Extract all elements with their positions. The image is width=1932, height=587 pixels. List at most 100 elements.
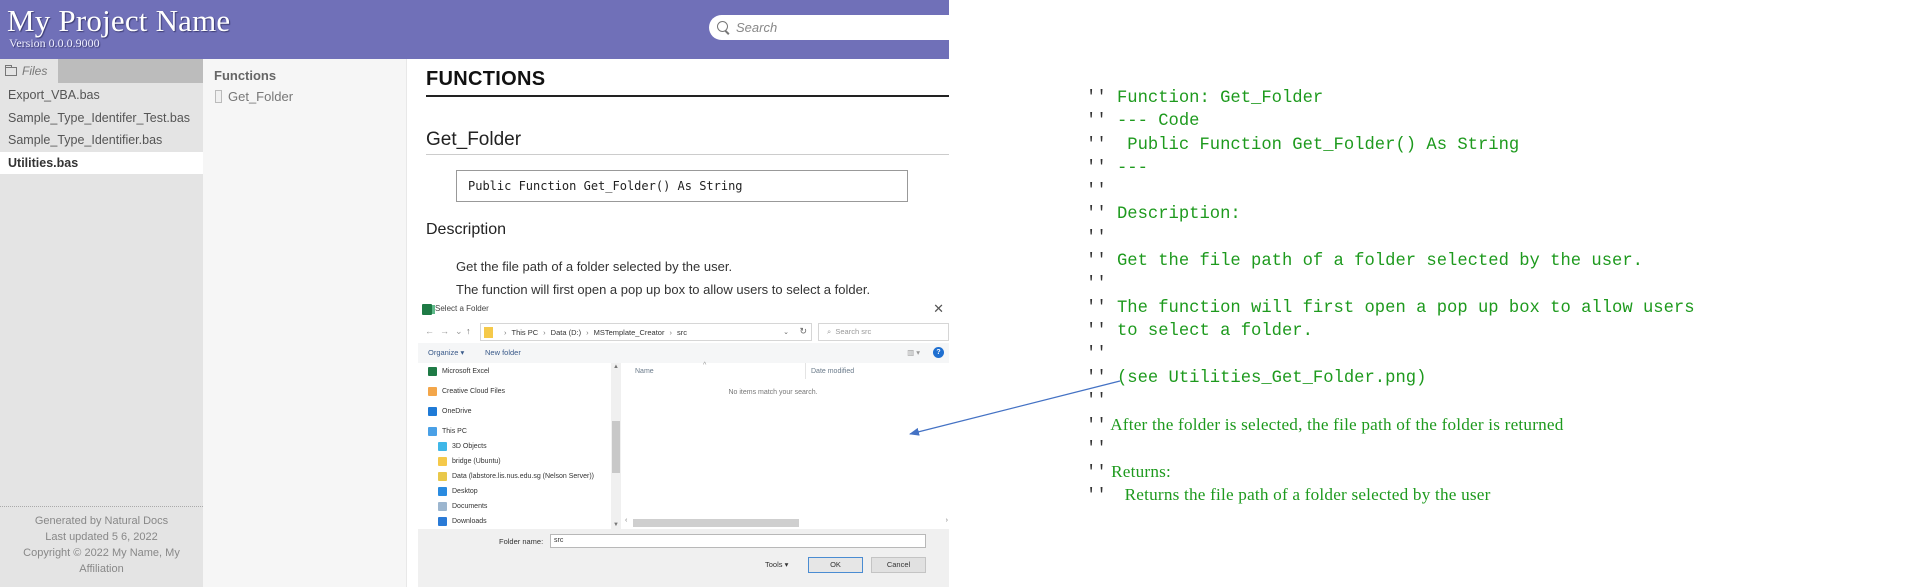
comment-prefix: '' [1086,205,1107,225]
documentation-page: My Project Name Version 0.0.0.9000 Files… [0,0,949,587]
file-item-sample-type-identifer-test[interactable]: Sample_Type_Identifer_Test.bas [0,107,203,130]
nav-item-label: bridge (Ubuntu) [452,458,501,465]
code-line: '' Public Function Get_Folder() As Strin… [1086,134,1695,157]
organize-button: Organize ▾ [428,348,465,357]
nav-item: Data (labstore.lis.nus.edu.sg (Nelson Se… [438,472,594,481]
nav-item-label: Data (labstore.lis.nus.edu.sg (Nelson Se… [452,473,595,480]
dialog-toolbar: Organize ▾ New folder ▥ ▾ ? [418,343,949,363]
folder-icon [484,326,493,338]
project-title[interactable]: My Project Name [7,3,230,39]
project-version: Version 0.0.0.9000 [9,36,100,50]
comment-prefix: '' [1086,345,1107,365]
folder-name-label: Folder name: [499,537,544,546]
breadcrumb-item: Data (D:) [550,327,582,337]
comment-prefix: '' [1086,440,1107,460]
comment-prefix: '' [1086,135,1107,155]
onedrive-icon [428,407,437,416]
comment-text: (see Utilities_Get_Folder.png) [1106,368,1427,388]
function-icon [215,90,222,103]
comment-prefix: '' [1086,391,1107,411]
comment-text: Public Function Get_Folder() As String [1106,135,1520,155]
code-line: '' [1086,343,1695,366]
tab-files-label: Files [22,64,48,78]
comment-text: Get the file path of a folder selected b… [1106,252,1643,272]
page-header: My Project Name Version 0.0.0.9000 [0,0,949,59]
comment-prefix: '' [1086,158,1107,178]
function-title: Get_Folder [426,129,949,155]
help-icon: ? [933,347,944,358]
refresh-icon: ↻ [799,326,807,336]
file-item-sample-type-identifier[interactable]: Sample_Type_Identifier.bas [0,129,203,152]
comment-prefix: '' [1086,89,1107,108]
comment-prefix: '' [1086,487,1107,507]
description-paragraph: Get the file path of a folder selected b… [456,259,733,274]
folder-icon [438,457,447,466]
breadcrumb-item: src [676,327,687,337]
nav-item: Microsoft Excel [428,367,489,376]
description-paragraph: The function will first open a pop up bo… [456,282,871,297]
column-header-date-modified: Date modified [811,368,855,375]
downloads-icon [438,517,447,526]
breadcrumb-item: MSTemplate_Creator [593,327,665,337]
summary-item-label: Get_Folder [228,89,294,104]
section-title: FUNCTIONS [426,68,949,97]
comment-text: Description: [1106,205,1241,225]
dialog-titlebar: Select a Folder ✕ [418,299,949,321]
sidebar-tab-bar: Files [0,59,203,83]
search-input[interactable] [736,20,936,35]
file-item-utilities[interactable]: Utilities.bas [0,151,203,174]
sidebar: Files Export_VBA.bas Sample_Type_Identif… [0,59,203,587]
back-arrow-icon: ← [425,326,434,336]
code-line: '' Description: [1086,203,1695,226]
nav-item-label: Microsoft Excel [442,368,490,375]
file-item-export-vba[interactable]: Export_VBA.bas [0,84,203,107]
nav-item-label: This PC [442,428,467,435]
excel-icon [428,367,437,376]
select-folder-dialog-image: Select a Folder ✕ ← → ⌄ ↑ › This PC › Data… [418,299,949,587]
network-drive-icon [438,472,447,481]
desktop-icon [438,487,447,496]
search-box[interactable] [709,15,949,40]
cancel-button: Cancel [871,557,926,573]
code-line: '' [1086,273,1695,296]
code-line: '' [1086,436,1695,459]
ok-button: OK [808,557,863,573]
comment-prefix: '' [1086,368,1107,388]
comment-prefix: '' [1086,182,1107,202]
tools-button: Tools ▾ [765,560,789,569]
breadcrumb-item: This PC [511,327,539,337]
code-line: '' Returns: [1086,460,1695,483]
main-content: FUNCTIONS Get_Folder Public Function Get… [408,59,949,587]
folder-icon [5,65,17,76]
comment-prefix: '' [1086,321,1107,341]
dialog-file-pane: Name ^ Date modified No items match your… [623,362,949,529]
nav-item-label: Creative Cloud Files [442,388,506,395]
comment-prefix: '' [1086,463,1107,483]
comment-text: The function will first open a pop up bo… [1106,298,1695,318]
code-line: '' --- Code [1086,110,1695,133]
file-pane-horizontal-scrollbar: ‹ › [623,517,949,529]
description-heading: Description [426,221,507,238]
comment-prefix: '' [1086,298,1107,318]
documents-icon [438,502,447,511]
summary-item-get-folder[interactable]: Get_Folder [215,89,293,104]
code-line: '' to select a folder. [1086,320,1695,343]
new-folder-button: New folder [485,348,521,357]
nav-pane-scrollbar: ▲ ▼ [611,363,621,529]
nav-item-label: Downloads [452,518,487,525]
comment-text: Returns the file path of a folder select… [1106,485,1491,505]
code-line: '' [1086,227,1695,250]
comment-prefix: '' [1086,417,1107,437]
recent-locations-icon: ⌄ [455,326,463,336]
nav-item-label: 3D Objects [452,443,487,450]
code-line: '' (see Utilities_Get_Folder.png) [1086,367,1695,390]
comment-text: Returns: [1106,461,1171,481]
empty-results-message: No items match your search. [728,389,818,396]
comment-text: --- Code [1106,112,1200,132]
copyright-text: Copyright © 2022 My Name, My Affiliation [23,547,180,575]
tab-files[interactable]: Files [0,59,58,83]
nav-item: 3D Objects [438,442,487,451]
comment-text: --- [1106,158,1148,178]
comment-prefix: '' [1086,275,1107,295]
code-line: '' After the folder is selected, the fil… [1086,413,1695,436]
